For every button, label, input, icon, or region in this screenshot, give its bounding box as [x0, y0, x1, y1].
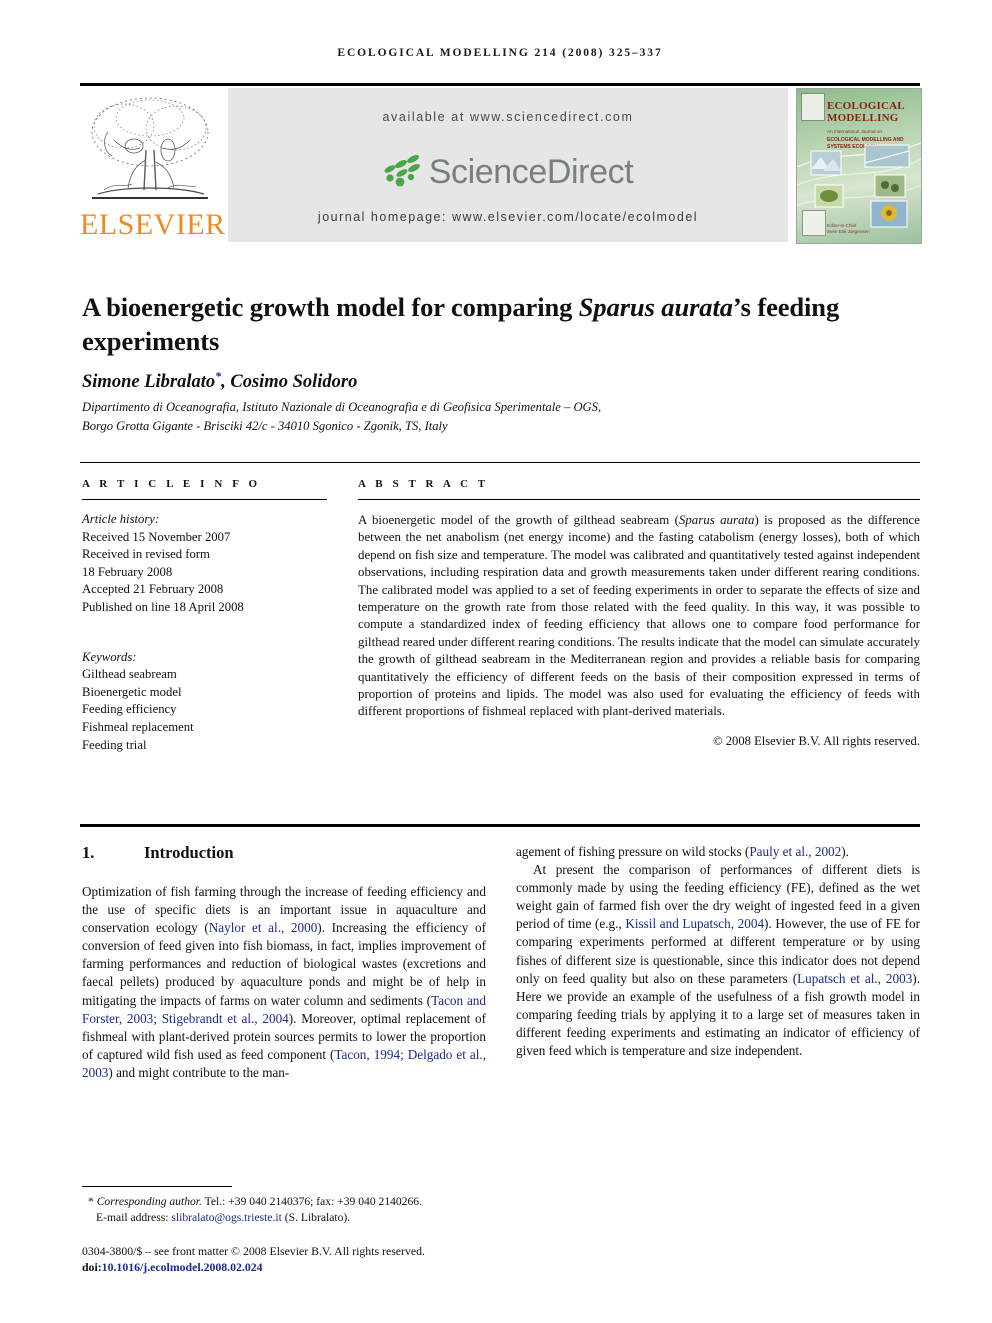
keyword-item[interactable]: Fishmeal replacement — [82, 719, 327, 737]
abstract-text-after: ) is proposed as the difference between … — [358, 513, 920, 719]
doi-line: doi:10.1016/j.ecolmodel.2008.02.024 — [82, 1260, 542, 1275]
sciencedirect-logo[interactable]: ScienceDirect — [228, 146, 788, 198]
keywords-label: Keywords: — [82, 649, 137, 664]
title-part-1: A bioenergetic growth model for comparin… — [82, 291, 579, 322]
para-text: ). — [841, 844, 849, 859]
citation-link[interactable]: Naylor et al., 2000 — [209, 920, 318, 935]
citation-link[interactable]: Kissil and Lupatsch, 2004 — [625, 916, 764, 931]
sciencedirect-wordmark: ScienceDirect — [428, 152, 634, 191]
history-item: Accepted 21 February 2008 — [82, 582, 224, 597]
author-rest[interactable]: , Cosimo Solidoro — [221, 372, 357, 392]
para-text: ) and might contribute to the man- — [108, 1064, 290, 1080]
cover-editor-name: Sven Erik Jørgensen — [827, 229, 870, 234]
body-column-right: agement of fishing pressure on wild stoc… — [516, 843, 920, 1060]
running-head: ECOLOGICAL MODELLING 214 (2008) 325–337 — [337, 47, 663, 59]
abstract-text: A bioenergetic model of the growth of gi… — [358, 512, 920, 721]
available-at-text: available at www.sciencedirect.com — [382, 110, 634, 124]
email-owner: (S. Libralato). — [284, 1211, 351, 1225]
footnote-separator-rule — [82, 1186, 232, 1187]
sciencedirect-panel: available at www.sciencedirect.com Scien… — [228, 88, 788, 242]
doi-link[interactable]: 10.1016/j.ecolmodel.2008.02.024 — [102, 1260, 263, 1274]
journal-cover-thumbnail[interactable]: ECOLOGICAL MODELLING An International Jo… — [796, 88, 922, 244]
doi-label: doi: — [82, 1260, 102, 1274]
copyright-line: © 2008 Elsevier B.V. All rights reserved… — [713, 733, 920, 748]
journal-article-page: ECOLOGICAL MODELLING 214 (2008) 325–337 — [0, 0, 992, 1323]
journal-homepage-link[interactable]: journal homepage: www.elsevier.com/locat… — [228, 210, 788, 224]
history-item: Published on line 18 April 2008 — [82, 599, 244, 614]
author-list: Simone Libralato*, Cosimo Solidoro — [82, 369, 922, 393]
author-first[interactable]: Simone Libralato — [82, 372, 215, 392]
body-column-left: 1. Introduction Optimization of fish far… — [82, 843, 486, 1082]
article-info-rule — [82, 499, 327, 500]
issn-copyright-line: 0304-3800/$ – see front matter © 2008 El… — [82, 1244, 425, 1258]
para-text: agement of fishing pressure on wild stoc… — [516, 844, 750, 859]
section-number: 1. — [82, 843, 95, 862]
header-divider-rule — [80, 83, 920, 86]
cover-editor-info: Editor-in-Chief Sven Erik Jørgensen — [827, 223, 917, 235]
elsevier-tree-icon — [91, 97, 209, 199]
keyword-item[interactable]: Feeding efficiency — [82, 701, 327, 719]
history-item: 18 February 2008 — [82, 564, 173, 579]
sciencedirect-leaves-icon — [384, 155, 420, 187]
title-species-italic: Sparus aurata — [578, 291, 733, 322]
corresponding-author-label: Corresponding author. — [96, 1195, 202, 1208]
footnote-marker: * — [88, 1195, 94, 1208]
citation-link[interactable]: Pauly et al., 2002 — [749, 844, 841, 859]
article-history-block: Article history: Received 15 November 20… — [82, 511, 327, 617]
keyword-item[interactable]: Gilthead seabream — [82, 666, 327, 684]
section-heading-introduction: 1. Introduction — [82, 843, 486, 863]
paragraph: Optimization of fish farming through the… — [82, 883, 486, 1082]
keyword-item[interactable]: Bioenergetic model — [82, 684, 327, 702]
cover-society-badge — [802, 210, 826, 236]
abstract-heading: A B S T R A C T — [358, 478, 489, 490]
citation-link[interactable]: Lupatsch et al., 2003 — [797, 971, 912, 986]
affiliation-line-1: Dipartimento di Oceanografia, Istituto N… — [82, 400, 602, 414]
email-label: E-mail address: — [96, 1211, 169, 1225]
abstract-section-bottom-rule — [80, 824, 920, 827]
elsevier-wordmark: ELSEVIER — [80, 208, 226, 241]
article-info-heading: A R T I C L E I N F O — [82, 478, 261, 490]
history-item: Received 15 November 2007 — [82, 529, 231, 544]
abstract-rule — [358, 499, 920, 500]
paragraph: agement of fishing pressure on wild stoc… — [516, 843, 920, 861]
corresponding-author-footnote: * Corresponding author. Tel.: +39 040 21… — [82, 1194, 522, 1210]
section-title: Introduction — [144, 843, 234, 862]
abstract-section-top-rule — [80, 462, 920, 463]
affiliation-line-2: Borgo Grotta Gigante - Brisciki 42/c - 3… — [82, 419, 448, 433]
email-link[interactable]: slibralato@ogs.trieste.it — [171, 1211, 282, 1224]
article-info-column: A R T I C L E I N F O Article history: R… — [82, 478, 327, 754]
footnote-block: * Corresponding author. Tel.: +39 040 21… — [82, 1194, 522, 1227]
affiliation: Dipartimento di Oceanografia, Istituto N… — [82, 398, 782, 436]
elsevier-logo[interactable]: ELSEVIER — [80, 88, 226, 242]
paragraph: At present the comparison of performance… — [516, 861, 920, 1060]
email-footnote: E-mail address: slibralato@ogs.trieste.i… — [82, 1210, 522, 1226]
abstract-text-before: A bioenergetic model of the growth of gi… — [358, 513, 679, 527]
article-history-label: Article history: — [82, 512, 160, 526]
history-item: Received in revised form — [82, 547, 210, 562]
keyword-item[interactable]: Feeding trial — [82, 737, 327, 755]
corresponding-author-contact: Tel.: +39 040 2140376; fax: +39 040 2140… — [201, 1195, 423, 1208]
abstract-species-italic: Sparus aurata — [678, 513, 755, 527]
page-title: A bioenergetic growth model for comparin… — [82, 290, 922, 358]
abstract-column: A B S T R A C T A bioenergetic model of … — [358, 478, 920, 749]
journal-banner: ELSEVIER available at www.sciencedirect.… — [80, 88, 922, 244]
keywords-block: Keywords: Gilthead seabream Bioenergetic… — [82, 649, 327, 755]
